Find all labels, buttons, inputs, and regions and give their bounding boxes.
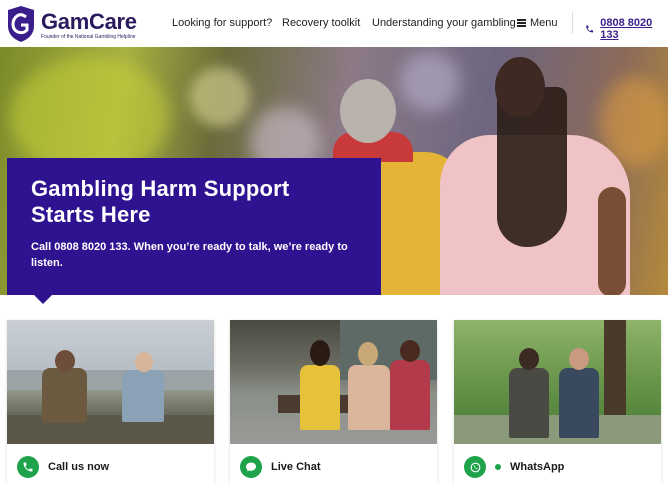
person-head [310, 340, 330, 366]
hero-bokeh [190, 67, 250, 127]
live-chat-card[interactable]: Live Chat [230, 320, 437, 483]
phone-icon [586, 25, 594, 33]
chat-card-label: Live Chat [271, 461, 321, 473]
call-card-footer[interactable]: Call us now [7, 452, 214, 482]
harbour-water [7, 370, 214, 390]
person-figure [509, 368, 549, 438]
hero-title-line2: Starts Here [31, 202, 151, 227]
online-status-dot [495, 464, 501, 470]
call-card-label: Call us now [48, 461, 110, 473]
phone-number-link[interactable]: 0808 8020 133 [600, 17, 668, 41]
park-path [454, 415, 661, 444]
call-card-image [7, 320, 214, 444]
menu-button[interactable]: Menu [517, 17, 558, 29]
hero-callout-notch [34, 295, 52, 304]
person-figure [42, 368, 87, 423]
person-head [569, 348, 589, 370]
hero-title: Gambling Harm Support Starts Here [31, 176, 357, 228]
brand-tagline: Founder of the National Gambling Helplin… [41, 34, 136, 40]
nav-looking-for-support[interactable]: Looking for support? [172, 17, 272, 29]
hero-subtitle: Call 0808 8020 133. When you’re ready to… [31, 241, 348, 269]
chat-card-image [230, 320, 437, 444]
whatsapp-card-label: WhatsApp [510, 461, 565, 473]
header-phone[interactable]: 0808 8020 133 [585, 17, 668, 41]
menu-label: Menu [530, 17, 558, 29]
whatsapp-card-image [454, 320, 661, 444]
hero-title-line1: Gambling Harm Support [31, 176, 290, 201]
hero-person-head [495, 57, 545, 117]
logo-g-icon [8, 6, 34, 42]
hero-banner: Gambling Harm Support Starts Here Call 0… [0, 47, 668, 295]
hero-bokeh [400, 52, 460, 112]
brand-name: GamCare [41, 9, 137, 34]
person-head [135, 352, 153, 372]
whatsapp-card-footer[interactable]: WhatsApp [454, 452, 661, 482]
gamcare-logo[interactable]: GamCare Founder of the National Gambling… [6, 6, 137, 42]
person-figure [559, 368, 599, 438]
header-divider [572, 12, 573, 34]
phone-icon [17, 456, 39, 478]
person-head [55, 350, 75, 372]
sea-wall [7, 415, 214, 444]
nav-recovery-toolkit[interactable]: Recovery toolkit [282, 17, 360, 29]
person-head [358, 342, 378, 366]
hero-person-head [340, 79, 396, 143]
hero-person-arm [598, 187, 626, 295]
hamburger-icon [517, 19, 526, 27]
chat-icon [240, 456, 262, 478]
chat-card-footer[interactable]: Live Chat [230, 452, 437, 482]
site-header: GamCare Founder of the National Gambling… [0, 0, 668, 47]
person-figure [348, 365, 390, 430]
whatsapp-card[interactable]: WhatsApp [454, 320, 661, 483]
nav-understanding-gambling[interactable]: Understanding your gambling [372, 17, 516, 29]
call-us-card[interactable]: Call us now [7, 320, 214, 483]
hero-callout: Gambling Harm Support Starts Here Call 0… [7, 158, 381, 295]
person-figure [122, 370, 164, 422]
person-head [519, 348, 539, 370]
person-figure [390, 360, 430, 430]
person-head [400, 340, 420, 362]
whatsapp-icon [464, 456, 486, 478]
person-figure [300, 365, 340, 430]
